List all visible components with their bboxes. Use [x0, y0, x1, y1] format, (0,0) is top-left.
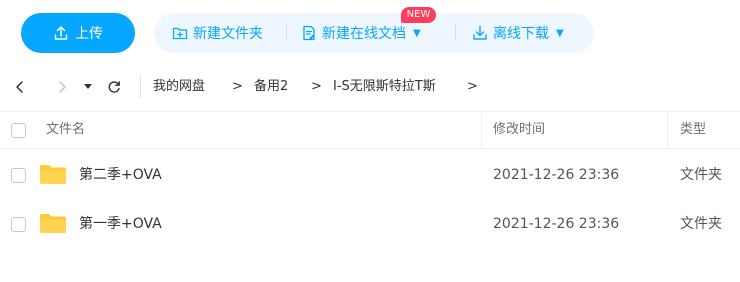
new-folder-icon — [172, 27, 188, 40]
breadcrumb-item[interactable]: 备用2 — [254, 77, 288, 97]
column-header-name[interactable]: 文件名 — [46, 112, 85, 148]
column-divider[interactable] — [481, 112, 482, 148]
chevron-down-icon: ▼ — [556, 27, 564, 39]
table-row[interactable]: 第一季+OVA 2021-12-26 23:36 文件夹 — [0, 197, 740, 251]
new-folder-label: 新建文件夹 — [193, 26, 263, 42]
table-row[interactable]: 第二季+OVA 2021-12-26 23:36 文件夹 — [0, 148, 740, 202]
file-name[interactable]: 第二季+OVA — [79, 148, 162, 202]
new-online-doc-label: 新建在线文档 — [322, 26, 406, 42]
breadcrumb-separator: > — [311, 79, 322, 94]
table-divider — [0, 111, 740, 112]
row-checkbox[interactable] — [11, 168, 26, 183]
modified-time: 2021-12-26 23:36 — [493, 216, 620, 232]
select-all-checkbox[interactable] — [11, 123, 26, 138]
refresh-button[interactable] — [104, 77, 124, 97]
toolbar-divider — [455, 25, 456, 41]
column-header-modified[interactable]: 修改时间 — [493, 112, 545, 148]
toolbar-divider — [286, 25, 287, 41]
online-doc-icon — [303, 25, 315, 41]
breadcrumb-item[interactable]: 我的网盘 — [153, 77, 205, 97]
breadcrumb-divider — [140, 76, 141, 98]
history-dropdown[interactable] — [80, 77, 96, 97]
folder-icon — [40, 214, 66, 233]
download-icon — [473, 25, 487, 40]
modified-time: 2021-12-26 23:36 — [493, 167, 620, 183]
upload-icon — [54, 26, 68, 40]
breadcrumb-separator: > — [467, 79, 478, 94]
file-type: 文件夹 — [680, 167, 722, 183]
chevron-right-icon — [59, 81, 66, 93]
row-checkbox[interactable] — [11, 217, 26, 232]
new-folder-button[interactable]: 新建文件夹 — [172, 13, 263, 53]
offline-download-button[interactable]: 离线下载 ▼ — [472, 13, 564, 53]
chevron-down-icon: ▼ — [413, 27, 421, 39]
file-name[interactable]: 第一季+OVA — [79, 197, 162, 251]
forward-button[interactable] — [52, 77, 72, 97]
upload-label: 上传 — [75, 26, 103, 42]
breadcrumb-separator: > — [232, 79, 243, 94]
upload-button[interactable]: 上传 — [21, 13, 135, 53]
file-type: 文件夹 — [680, 216, 722, 232]
new-badge: NEW — [401, 7, 436, 23]
caret-down-icon — [84, 84, 92, 89]
folder-icon — [40, 165, 66, 184]
back-button[interactable] — [10, 77, 30, 97]
breadcrumb-item[interactable]: I-S无限斯特拉T斯 — [333, 77, 436, 97]
column-header-type[interactable]: 类型 — [680, 112, 706, 148]
offline-download-label: 离线下载 — [493, 26, 549, 42]
refresh-icon — [108, 81, 120, 93]
column-divider[interactable] — [667, 112, 668, 148]
chevron-left-icon — [16, 81, 23, 93]
